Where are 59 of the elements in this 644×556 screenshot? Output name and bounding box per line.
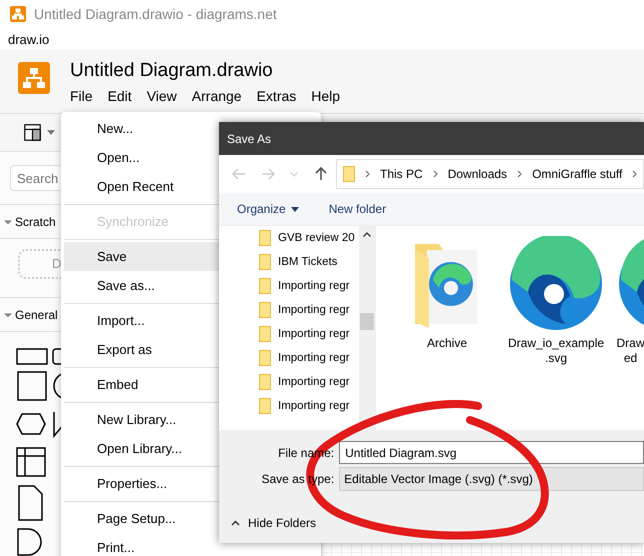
scrollbar[interactable] xyxy=(359,226,375,430)
file-name[interactable]: Archive xyxy=(426,336,467,351)
caret-icon[interactable] xyxy=(4,310,12,318)
file-type-dropdown[interactable]: Editable Vector Image (.svg) (*.svg) xyxy=(339,467,644,491)
menu-item[interactable]: View xyxy=(146,88,177,104)
swirl-icon xyxy=(508,236,604,332)
diagram-logo-icon xyxy=(18,62,50,94)
folder-item[interactable]: Importing regr xyxy=(278,352,350,364)
breadcrumb[interactable]: Downloads xyxy=(448,167,508,181)
folder-icon xyxy=(259,350,271,366)
caret-icon[interactable] xyxy=(47,130,55,135)
chevron-right-icon xyxy=(632,170,638,178)
shape-palette-drawing[interactable] xyxy=(15,346,61,556)
scroll-thumb[interactable] xyxy=(360,313,374,330)
file-name[interactable]: ed xyxy=(624,351,638,366)
menu-item[interactable]: Extras xyxy=(256,88,296,104)
folder-item[interactable]: Importing regr xyxy=(278,376,350,388)
folder-item[interactable]: Importing regr xyxy=(278,280,350,292)
folder-icon xyxy=(259,374,271,390)
window-title: Untitled Diagram.drawio - diagrams.net xyxy=(34,6,277,22)
app-label: draw.io xyxy=(8,32,50,46)
file-name-field[interactable]: Untitled Diagram.svg xyxy=(339,441,644,464)
folder-item[interactable]: Importing regr xyxy=(278,328,350,340)
file-name[interactable]: .svg xyxy=(545,351,568,366)
new-folder-button[interactable]: New folder xyxy=(328,202,386,216)
caret-up-icon[interactable] xyxy=(363,232,371,237)
caret-up-icon xyxy=(231,520,240,526)
menu-item[interactable]: File xyxy=(70,88,93,104)
folder-item[interactable]: Importing regr xyxy=(278,304,350,316)
folder-icon xyxy=(259,398,271,414)
menu-item[interactable]: Edit xyxy=(108,88,132,104)
menu-item[interactable]: Arrange xyxy=(192,88,242,104)
folder-icon xyxy=(259,302,271,318)
section-title[interactable]: General xyxy=(15,308,58,322)
folder-icon xyxy=(259,278,271,294)
breadcrumb[interactable]: This PC xyxy=(380,167,423,181)
folder-item[interactable]: GVB review 20 xyxy=(278,232,355,244)
folder-icon xyxy=(343,166,355,182)
folder-icon xyxy=(259,254,271,270)
breadcrumb[interactable]: OmniGraffle stuff xyxy=(532,167,622,181)
menu-item[interactable]: Help xyxy=(311,88,340,104)
hide-folders-button[interactable]: Hide Folders xyxy=(231,516,316,530)
chevron-right-icon xyxy=(365,170,370,178)
layout-icon[interactable] xyxy=(24,124,41,141)
organize-button[interactable]: Organize xyxy=(237,202,299,216)
file-name[interactable]: Draw_io_example xyxy=(508,336,604,351)
folder-item[interactable]: Importing regr xyxy=(278,400,350,412)
section-title[interactable]: Scratch xyxy=(15,214,56,228)
dialog-title: Save As xyxy=(227,132,272,146)
folder-icon xyxy=(259,326,271,342)
address-bar[interactable]: This PC Downloads OmniGraffle stuff xyxy=(336,159,644,189)
caret-icon[interactable] xyxy=(4,218,12,226)
folder-icon xyxy=(259,230,271,246)
caret-icon xyxy=(290,206,299,212)
chevron-right-icon xyxy=(432,170,438,178)
up-arrow-icon[interactable] xyxy=(314,167,328,181)
diagram-logo-icon xyxy=(10,6,26,22)
document-title: Untitled Diagram.drawio xyxy=(70,60,274,82)
chevron-right-icon xyxy=(517,170,522,178)
